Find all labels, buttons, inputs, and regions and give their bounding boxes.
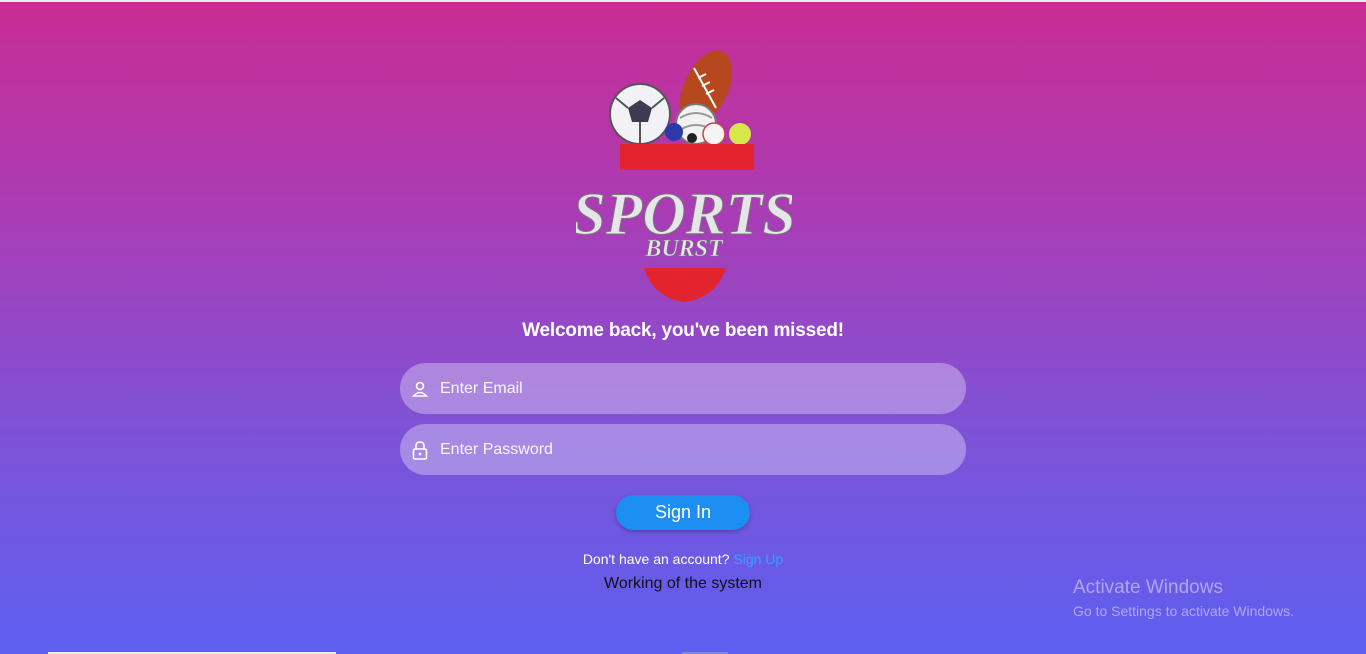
person-icon <box>410 379 430 399</box>
signup-prompt: Don't have an account? Sign Up <box>0 551 1366 567</box>
password-input[interactable] <box>440 440 966 459</box>
sports-burst-logo: SPORTS BURST <box>572 48 796 308</box>
logo-text-burst: BURST <box>644 236 724 262</box>
email-input[interactable] <box>440 379 966 398</box>
top-border <box>0 0 1366 2</box>
no-account-text: Don't have an account? <box>582 551 730 567</box>
lock-icon <box>410 440 430 460</box>
email-field[interactable] <box>400 363 966 414</box>
sign-in-button[interactable]: Sign In <box>616 495 750 530</box>
password-field[interactable] <box>400 424 966 475</box>
activate-windows-watermark: Activate Windows Go to Settings to activ… <box>1073 577 1294 619</box>
activate-title: Activate Windows <box>1073 577 1223 598</box>
welcome-heading: Welcome back, you've been missed! <box>522 320 844 341</box>
activate-subtitle: Go to Settings to activate Windows. <box>1073 603 1294 619</box>
sign-up-link[interactable]: Sign Up <box>733 551 783 567</box>
